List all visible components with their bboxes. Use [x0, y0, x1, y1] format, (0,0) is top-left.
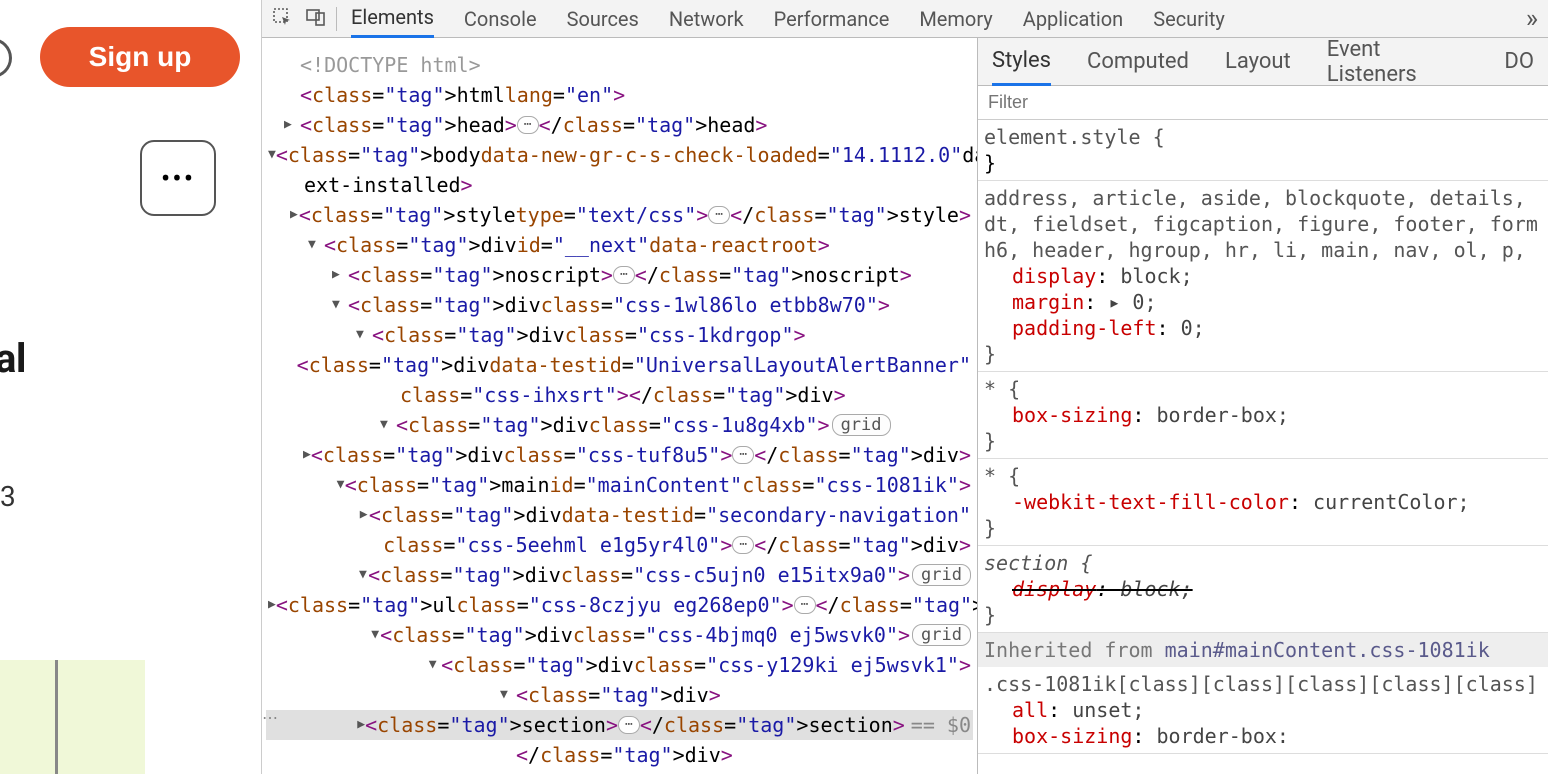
- styles-tab-do[interactable]: DO: [1504, 38, 1534, 86]
- expand-toggle-icon[interactable]: ▶: [332, 260, 348, 290]
- dom-node[interactable]: ▶<class="tag">div class="css-bvprtz ej5w…: [266, 770, 973, 774]
- elements-tree-panel[interactable]: ⋯ <!DOCTYPE html><class="tag">html lang=…: [262, 38, 978, 774]
- grid-badge[interactable]: grid: [832, 414, 891, 436]
- expand-toggle-icon[interactable]: ▼: [500, 680, 516, 710]
- dom-node[interactable]: ext-installed>: [266, 170, 973, 200]
- dom-node[interactable]: ▼<class="tag">div class="css-1kdrgop">: [266, 320, 973, 350]
- headline-fragment: o artificial: [0, 335, 26, 382]
- styles-panel: Styles Computed Layout Event Listeners DO el…: [978, 38, 1548, 774]
- dom-node[interactable]: ▼<class="tag">div class="css-c5ujn0 e15i…: [266, 560, 973, 590]
- devtools-panel: Elements Console Sources Network Performance…: [262, 0, 1548, 774]
- styles-tabs: Styles Computed Layout Event Listeners DO: [978, 38, 1548, 86]
- grid-badge[interactable]: grid: [912, 564, 971, 586]
- styles-tab-layout[interactable]: Layout: [1225, 38, 1291, 86]
- dom-node[interactable]: <class="tag">div data-testid="UniversalL…: [266, 350, 973, 380]
- dom-node[interactable]: ▶<class="tag">style type="text/css">⋯</c…: [266, 200, 973, 230]
- css-rules-list[interactable]: element.style {}address, article, aside,…: [978, 120, 1548, 774]
- dom-node[interactable]: ▶<class="tag">section>⋯</class="tag">sec…: [266, 710, 973, 740]
- css-rule[interactable]: * {-webkit-text-fill-color: currentColor…: [978, 459, 1548, 546]
- dom-node[interactable]: ▶<class="tag">div class="css-tuf8u5">⋯</…: [266, 440, 973, 470]
- dom-node[interactable]: class="css-ihxsrt"></class="tag">div>: [266, 380, 973, 410]
- expand-toggle-icon[interactable]: ▼: [308, 230, 324, 260]
- css-rule[interactable]: .css-1081ik[class][class][class][class][…: [978, 667, 1548, 754]
- panel-tab-application[interactable]: Application: [1023, 0, 1123, 38]
- devtools-header: Elements Console Sources Network Performance…: [262, 0, 1548, 38]
- panel-tabs: Elements Console Sources Network Performance…: [351, 0, 1225, 38]
- panel-tab-network[interactable]: Network: [669, 0, 744, 38]
- website-viewport-slice: Sign up ier ••• o artificial 3: [0, 0, 262, 774]
- dom-node[interactable]: ▶<class="tag">noscript>⋯</class="tag">no…: [266, 260, 973, 290]
- expand-toggle-icon[interactable]: ▼: [268, 140, 276, 170]
- dom-node[interactable]: ▼<class="tag">body data-new-gr-c-s-check…: [266, 140, 973, 170]
- dom-node[interactable]: ▶<class="tag">div data-testid="secondary…: [266, 500, 973, 530]
- page-number-fragment: 3: [0, 480, 16, 513]
- dom-node[interactable]: ▼<class="tag">div class="css-y129ki ej5w…: [266, 650, 973, 680]
- panel-tab-memory[interactable]: Memory: [919, 0, 992, 38]
- panel-tab-security[interactable]: Security: [1153, 0, 1225, 38]
- expand-toggle-icon[interactable]: ▼: [332, 290, 348, 320]
- dom-node[interactable]: ▼<class="tag">div class="css-1wl86lo etb…: [266, 290, 973, 320]
- panel-tab-elements[interactable]: Elements: [351, 0, 434, 38]
- css-rule[interactable]: section {display: block;}: [978, 546, 1548, 633]
- dom-node[interactable]: <class="tag">html lang="en">: [266, 80, 973, 110]
- panel-tab-console[interactable]: Console: [464, 0, 537, 38]
- chart-background: [0, 660, 145, 774]
- dom-node[interactable]: ▼<class="tag">div class="css-4bjmq0 ej5w…: [266, 620, 973, 650]
- styles-filter-input[interactable]: [988, 92, 1538, 113]
- overflow-menu-button[interactable]: •••: [140, 140, 216, 216]
- more-tabs-icon[interactable]: »: [1526, 4, 1538, 34]
- expand-toggle-icon[interactable]: ▶: [360, 500, 369, 530]
- expand-toggle-icon[interactable]: ▶: [303, 440, 311, 470]
- expand-toggle-icon[interactable]: ▶: [284, 110, 300, 140]
- dom-node[interactable]: <!DOCTYPE html>: [266, 50, 973, 80]
- dom-node[interactable]: ▼<class="tag">div class="css-1u8g4xb"> g…: [266, 410, 973, 440]
- expand-toggle-icon[interactable]: ▼: [429, 650, 441, 680]
- chart-axis-line: [55, 660, 58, 774]
- expand-toggle-icon[interactable]: ▼: [356, 320, 372, 350]
- styles-tab-computed[interactable]: Computed: [1087, 38, 1189, 86]
- inspect-element-icon[interactable]: [272, 7, 292, 31]
- expand-toggle-icon[interactable]: ▼: [371, 620, 380, 650]
- expand-toggle-icon[interactable]: ▶: [268, 590, 276, 620]
- expand-toggle-icon[interactable]: ▶: [290, 200, 299, 230]
- expand-toggle-icon[interactable]: ▼: [359, 560, 368, 590]
- expand-toggle-icon[interactable]: ▼: [380, 410, 396, 440]
- dom-node[interactable]: ▼<class="tag">div>: [266, 680, 973, 710]
- grid-badge[interactable]: grid: [912, 624, 971, 646]
- search-icon-fragment: [0, 38, 12, 78]
- signup-button[interactable]: Sign up: [40, 27, 240, 87]
- css-rule[interactable]: * {box-sizing: border-box;}: [978, 372, 1548, 459]
- dom-node[interactable]: ▼<class="tag">main id="mainContent" clas…: [266, 470, 973, 500]
- panel-tab-sources[interactable]: Sources: [567, 0, 639, 38]
- styles-tab-event-listeners[interactable]: Event Listeners: [1327, 38, 1469, 86]
- expand-toggle-icon[interactable]: ▼: [337, 470, 345, 500]
- dom-node[interactable]: ▶<class="tag">ul class="css-8czjyu eg268…: [266, 590, 973, 620]
- dom-node[interactable]: </class="tag">div>: [266, 740, 973, 770]
- css-rule[interactable]: address, article, aside, blockquote, det…: [978, 181, 1548, 372]
- inherited-from-bar: Inherited from main#mainContent.css-1081…: [978, 633, 1548, 667]
- dom-node[interactable]: ▼<class="tag">div id="__next" data-react…: [266, 230, 973, 260]
- styles-filter-row: [978, 86, 1548, 120]
- css-rule[interactable]: element.style {}: [978, 120, 1548, 181]
- styles-tab-styles[interactable]: Styles: [992, 38, 1051, 86]
- dom-node[interactable]: ▶<class="tag">head>⋯</class="tag">head>: [266, 110, 973, 140]
- expand-toggle-icon[interactable]: ▶: [408, 770, 419, 774]
- expand-toggle-icon[interactable]: ▶: [357, 710, 365, 740]
- gutter-ellipsis-icon: ⋯: [262, 708, 278, 727]
- dom-node[interactable]: class="css-5eehml e1g5yr4l0">⋯</class="t…: [266, 530, 973, 560]
- device-toolbar-icon[interactable]: [306, 7, 326, 31]
- panel-tab-performance[interactable]: Performance: [774, 0, 890, 38]
